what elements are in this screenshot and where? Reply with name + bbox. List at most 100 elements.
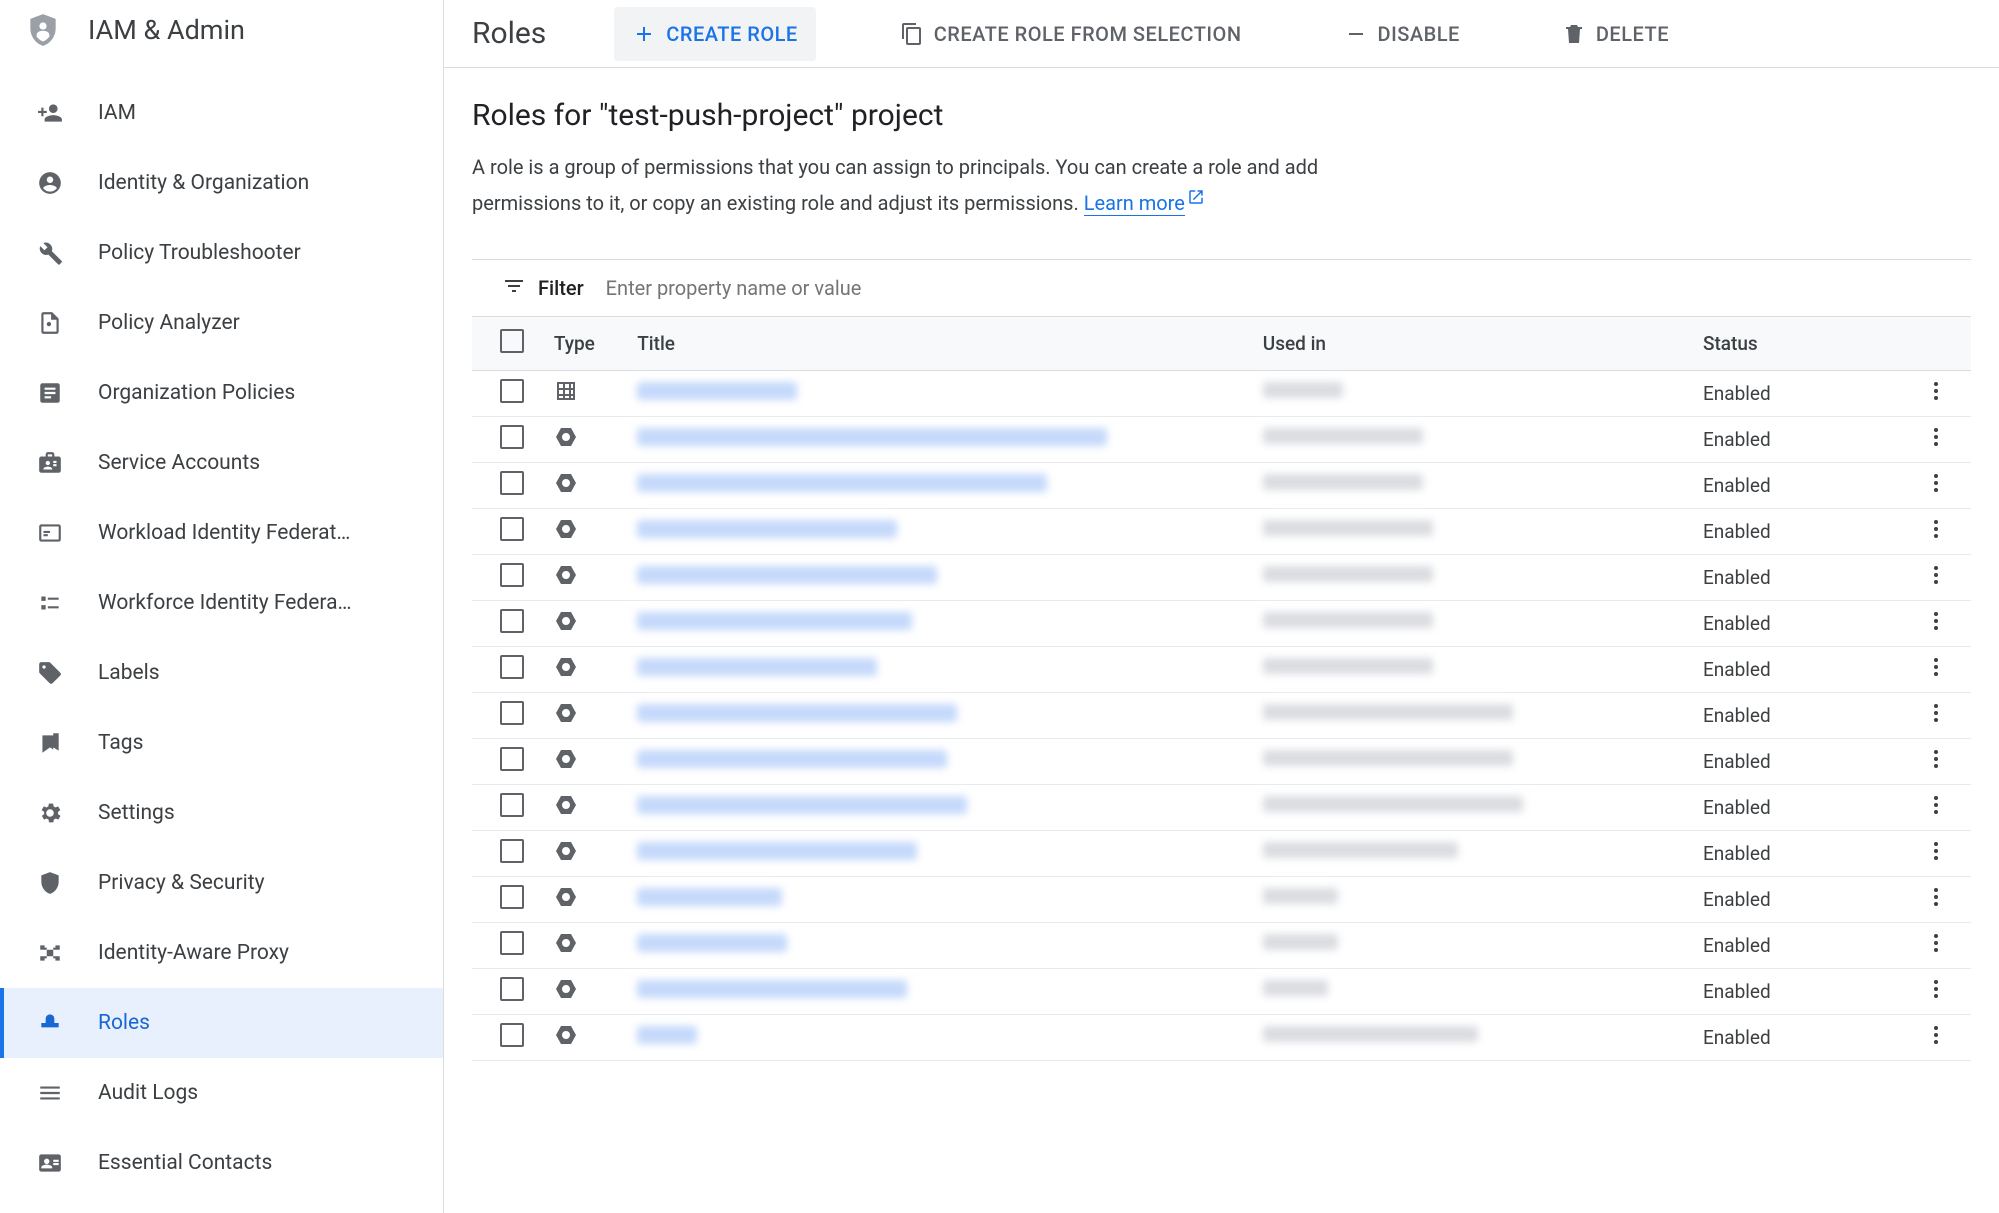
role-title-link[interactable] xyxy=(637,796,967,814)
row-checkbox[interactable] xyxy=(500,609,524,633)
row-menu-button[interactable] xyxy=(1924,385,1948,408)
row-menu-button[interactable] xyxy=(1924,799,1948,822)
table-row: Enabled xyxy=(472,463,1971,509)
sidebar-item-settings[interactable]: Settings xyxy=(0,778,443,848)
sidebar-item-label: IAM xyxy=(98,101,136,125)
row-checkbox[interactable] xyxy=(500,471,524,495)
sidebar-item-policy-analyzer[interactable]: Policy Analyzer xyxy=(0,288,443,358)
role-title-link[interactable] xyxy=(637,980,907,998)
sidebar-item-roles[interactable]: Roles xyxy=(0,988,443,1058)
used-in-text xyxy=(1263,566,1433,582)
card-icon xyxy=(36,519,64,547)
sidebar-item-iap[interactable]: Identity-Aware Proxy xyxy=(0,918,443,988)
delete-button[interactable]: DELETE xyxy=(1544,7,1687,61)
row-menu-button[interactable] xyxy=(1924,569,1948,592)
used-in-text xyxy=(1263,980,1328,996)
row-checkbox[interactable] xyxy=(500,379,524,403)
table-row: Enabled xyxy=(472,739,1971,785)
row-checkbox[interactable] xyxy=(500,793,524,817)
sidebar-item-workload-identity[interactable]: Workload Identity Federat… xyxy=(0,498,443,568)
row-checkbox[interactable] xyxy=(500,517,524,541)
toolbar: Roles CREATE ROLE CREATE ROLE FROM SELEC… xyxy=(444,0,1999,68)
page-title: Roles xyxy=(472,16,546,51)
role-title-link[interactable] xyxy=(637,888,782,906)
table-row: Enabled xyxy=(472,647,1971,693)
role-title-link[interactable] xyxy=(637,934,787,952)
header-used-in[interactable]: Used in xyxy=(1253,317,1693,371)
row-menu-button[interactable] xyxy=(1924,431,1948,454)
row-checkbox[interactable] xyxy=(500,931,524,955)
filter-bar: Filter xyxy=(472,260,1971,316)
delete-label: DELETE xyxy=(1596,22,1669,46)
role-title-link[interactable] xyxy=(637,1026,697,1044)
sidebar-item-identity-org[interactable]: Identity & Organization xyxy=(0,148,443,218)
row-checkbox[interactable] xyxy=(500,885,524,909)
used-in-text xyxy=(1263,612,1433,628)
disable-button[interactable]: DISABLE xyxy=(1326,7,1478,61)
hex-role-icon xyxy=(554,707,578,730)
row-menu-button[interactable] xyxy=(1924,615,1948,638)
table-body: Enabled Enabled Enabled Enabled Enabled xyxy=(472,371,1971,1061)
row-checkbox[interactable] xyxy=(500,655,524,679)
learn-more-link[interactable]: Learn more xyxy=(1084,191,1185,216)
sidebar-item-policy-troubleshooter[interactable]: Policy Troubleshooter xyxy=(0,218,443,288)
row-menu-button[interactable] xyxy=(1924,891,1948,914)
sidebar-item-org-policies[interactable]: Organization Policies xyxy=(0,358,443,428)
select-all-checkbox[interactable] xyxy=(500,329,524,353)
sidebar: IAM & Admin IAMIdentity & OrganizationPo… xyxy=(0,0,444,1213)
row-checkbox[interactable] xyxy=(500,977,524,1001)
row-checkbox[interactable] xyxy=(500,563,524,587)
roles-table-container: Filter Type Title Used in Status xyxy=(472,259,1971,1061)
sidebar-item-service-accounts[interactable]: Service Accounts xyxy=(0,428,443,498)
status-text: Enabled xyxy=(1693,1015,1902,1061)
row-menu-button[interactable] xyxy=(1924,753,1948,776)
sidebar-item-essential-contacts[interactable]: Essential Contacts xyxy=(0,1128,443,1198)
sidebar-item-audit-logs[interactable]: Audit Logs xyxy=(0,1058,443,1128)
row-checkbox[interactable] xyxy=(500,701,524,725)
sidebar-item-labels[interactable]: Labels xyxy=(0,638,443,708)
row-menu-button[interactable] xyxy=(1924,845,1948,868)
row-checkbox[interactable] xyxy=(500,425,524,449)
minus-icon xyxy=(1344,22,1368,46)
tag-icon xyxy=(36,659,64,687)
row-menu-button[interactable] xyxy=(1924,523,1948,546)
row-menu-button[interactable] xyxy=(1924,937,1948,960)
status-text: Enabled xyxy=(1693,969,1902,1015)
row-menu-button[interactable] xyxy=(1924,1029,1948,1052)
sidebar-item-label: Service Accounts xyxy=(98,451,260,475)
used-in-text xyxy=(1263,704,1513,720)
role-title-link[interactable] xyxy=(637,842,917,860)
row-checkbox[interactable] xyxy=(500,839,524,863)
row-menu-button[interactable] xyxy=(1924,661,1948,684)
person-plus-icon xyxy=(36,99,64,127)
create-role-button[interactable]: CREATE ROLE xyxy=(614,7,815,61)
role-title-link[interactable] xyxy=(637,428,1107,446)
header-type[interactable]: Type xyxy=(544,317,627,371)
header-status[interactable]: Status xyxy=(1693,317,1902,371)
sidebar-item-workforce-identity[interactable]: Workforce Identity Federa… xyxy=(0,568,443,638)
used-in-text xyxy=(1263,842,1458,858)
role-title-link[interactable] xyxy=(637,750,947,768)
row-menu-button[interactable] xyxy=(1924,983,1948,1006)
copy-icon xyxy=(900,22,924,46)
row-menu-button[interactable] xyxy=(1924,477,1948,500)
row-menu-button[interactable] xyxy=(1924,707,1948,730)
sidebar-item-iam[interactable]: IAM xyxy=(0,78,443,148)
filter-icon[interactable] xyxy=(502,274,526,302)
sidebar-item-privacy-security[interactable]: Privacy & Security xyxy=(0,848,443,918)
role-title-link[interactable] xyxy=(637,474,1047,492)
row-checkbox[interactable] xyxy=(500,1023,524,1047)
sidebar-item-label: Essential Contacts xyxy=(98,1151,272,1175)
sidebar-item-tags[interactable]: Tags xyxy=(0,708,443,778)
role-title-link[interactable] xyxy=(637,612,912,630)
role-title-link[interactable] xyxy=(637,704,957,722)
role-title-link[interactable] xyxy=(637,382,797,400)
header-title[interactable]: Title xyxy=(627,317,1253,371)
role-title-link[interactable] xyxy=(637,520,897,538)
hex-role-icon xyxy=(554,431,578,454)
row-checkbox[interactable] xyxy=(500,747,524,771)
role-title-link[interactable] xyxy=(637,566,937,584)
create-from-selection-button[interactable]: CREATE ROLE FROM SELECTION xyxy=(882,7,1260,61)
filter-input[interactable] xyxy=(606,276,1941,300)
role-title-link[interactable] xyxy=(637,658,877,676)
